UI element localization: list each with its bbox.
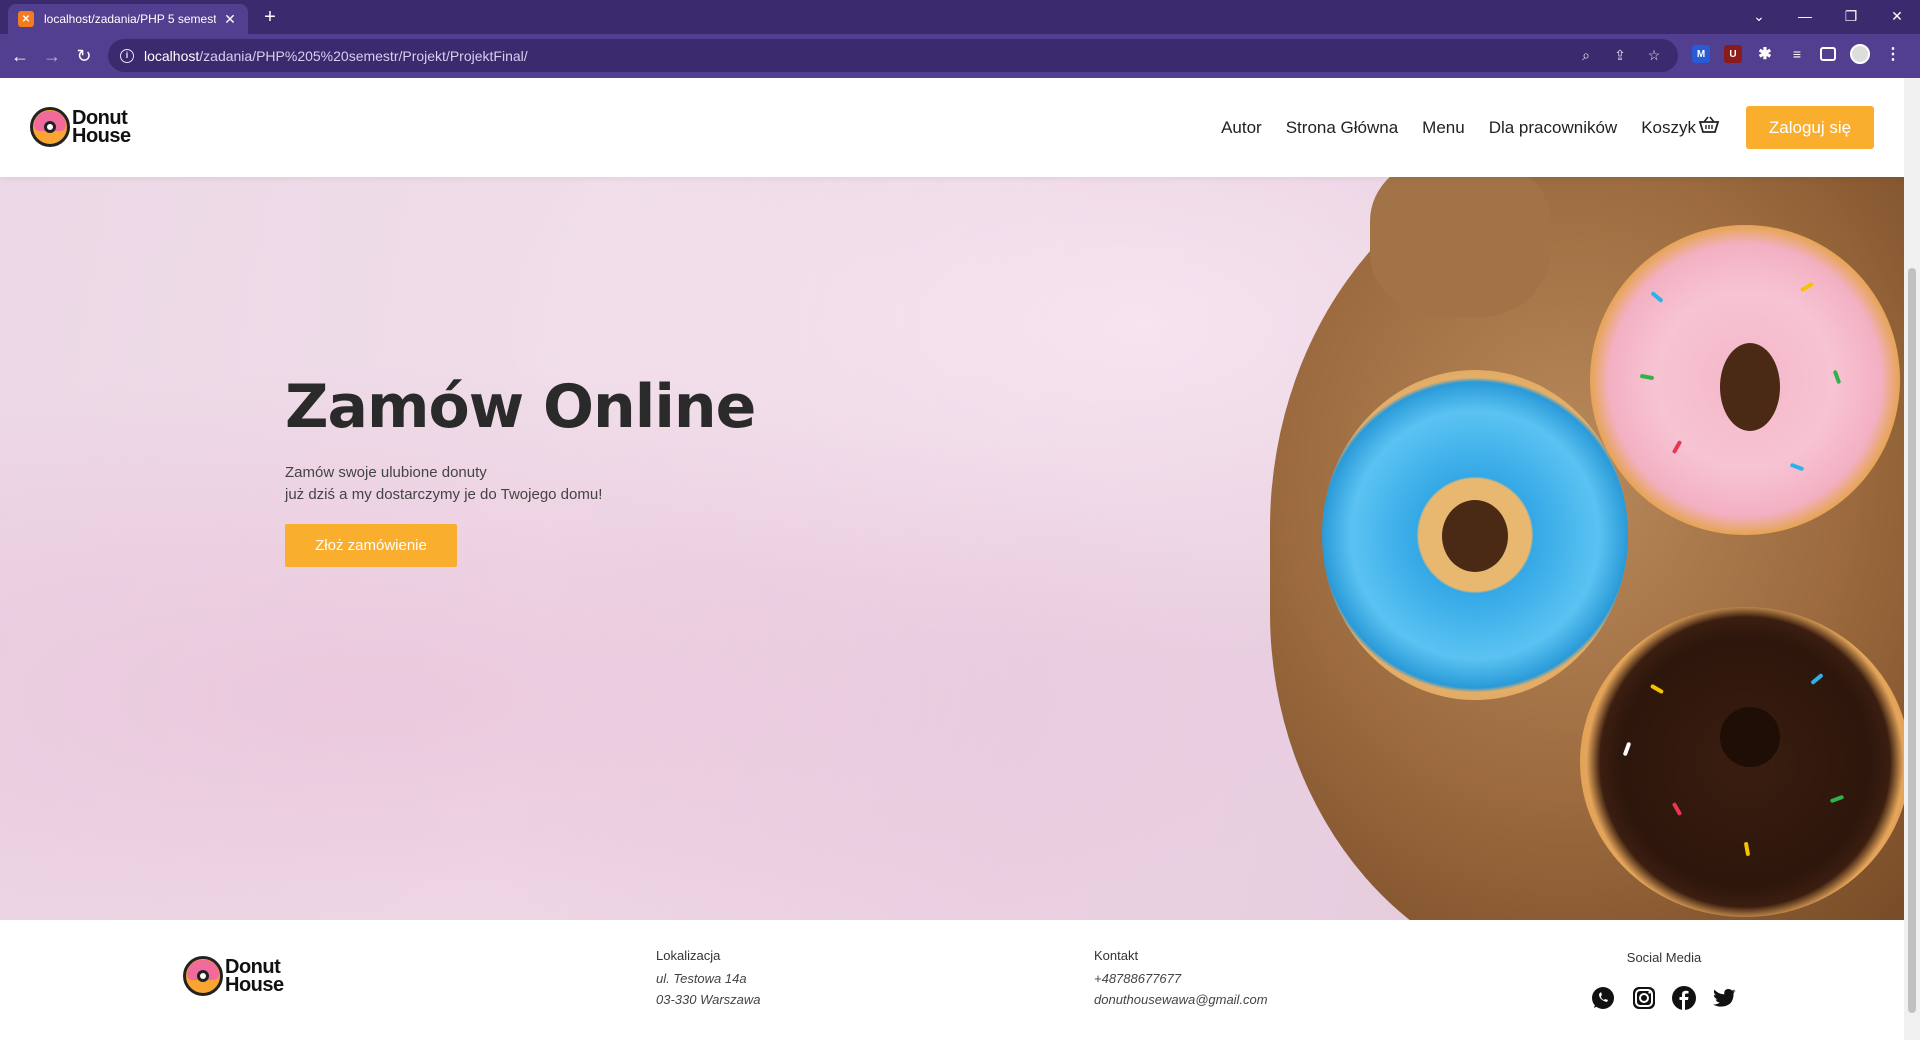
profile-avatar[interactable] xyxy=(1850,44,1870,64)
nav-cart[interactable]: Koszyk xyxy=(1641,116,1720,139)
nav-cart-label: Koszyk xyxy=(1641,117,1696,137)
site-footer: Donut House Lokalizacja ul. Testowa 14a … xyxy=(0,920,1904,1040)
footer-contact: Kontakt +48788677677 donuthousewawa@gmai… xyxy=(1094,948,1268,1013)
browser-chrome: ✕ localhost/zadania/PHP 5 semestr ✕ + ⌄ … xyxy=(0,0,1920,78)
sprinkle xyxy=(1829,794,1845,804)
site-info-icon[interactable]: i xyxy=(120,48,134,63)
hero-content: Zamów Online Zamów swoje ulubione donuty… xyxy=(285,372,756,567)
xampp-favicon-icon: ✕ xyxy=(18,11,34,27)
logo-text: Donut House xyxy=(225,957,284,996)
site-header: Donut House Autor Strona Główna Menu Dla… xyxy=(0,78,1904,177)
media-queue-icon[interactable]: ≡ xyxy=(1788,45,1806,63)
donut-logo-icon xyxy=(183,956,223,996)
web-page: Donut House Autor Strona Główna Menu Dla… xyxy=(0,78,1904,1040)
minimize-button[interactable]: — xyxy=(1782,4,1828,30)
reload-button[interactable]: ↻ xyxy=(72,44,96,68)
browser-tab[interactable]: ✕ localhost/zadania/PHP 5 semestr ✕ xyxy=(8,4,248,34)
sprinkle xyxy=(1639,373,1655,381)
extensions-puzzle-icon[interactable]: ✱ xyxy=(1756,45,1774,63)
scrollbar-thumb[interactable] xyxy=(1908,268,1916,1013)
blue-donut-image xyxy=(1322,370,1628,700)
sprinkle xyxy=(1671,801,1683,817)
login-button[interactable]: Zaloguj się xyxy=(1746,106,1874,149)
address-bar[interactable]: i localhost/zadania/PHP%205%20semestr/Pr… xyxy=(108,39,1678,72)
donut-logo-icon xyxy=(30,107,70,147)
new-tab-button[interactable]: + xyxy=(258,6,282,30)
url-text: localhost/zadania/PHP%205%20semestr/Proj… xyxy=(144,48,528,64)
tab-title: localhost/zadania/PHP 5 semestr xyxy=(44,12,216,26)
sprinkle xyxy=(1649,683,1665,695)
social-icons xyxy=(1590,985,1738,1011)
logo-line2: House xyxy=(72,125,131,147)
hero-subtitle: Zamów swoje ulubione donuty już dziś a m… xyxy=(285,462,755,506)
social-heading: Social Media xyxy=(1626,950,1702,965)
zoom-icon[interactable]: ⌕ xyxy=(1578,47,1594,64)
wooden-board-handle-image xyxy=(1370,177,1550,317)
sprinkle xyxy=(1650,290,1664,304)
share-icon[interactable]: ⇪ xyxy=(1612,47,1628,64)
url-path: /zadania/PHP%205%20semestr/Projekt/Proje… xyxy=(199,47,528,64)
facebook-icon[interactable] xyxy=(1671,985,1697,1011)
donut-hole xyxy=(1720,343,1780,431)
contact-email[interactable]: donuthousewawa@gmail.com xyxy=(1094,992,1268,1007)
back-button[interactable]: ← xyxy=(8,44,32,68)
ublock-icon[interactable]: U xyxy=(1724,45,1742,63)
tab-close-icon[interactable]: ✕ xyxy=(222,11,238,28)
location-city: 03-330 Warszawa xyxy=(656,992,761,1007)
browser-toolbar: ← → ↻ i localhost/zadania/PHP%205%20seme… xyxy=(0,34,1920,78)
sprinkle xyxy=(1799,281,1815,293)
pink-donut-image xyxy=(1590,225,1900,535)
nav-menu[interactable]: Menu xyxy=(1422,118,1465,138)
sprinkle xyxy=(1622,741,1632,757)
footer-social: Social Media xyxy=(1590,950,1738,1011)
nav-autor[interactable]: Autor xyxy=(1221,118,1262,138)
hero-subtitle-line2: już dziś a my dostarczymy je do Twojego … xyxy=(285,486,603,503)
footer-logo[interactable]: Donut House xyxy=(183,956,284,996)
sprinkle xyxy=(1789,462,1805,472)
place-order-button[interactable]: Złoż zamówienie xyxy=(285,524,457,567)
nav-staff[interactable]: Dla pracowników xyxy=(1489,118,1618,138)
basket-icon xyxy=(1698,116,1720,139)
contact-heading: Kontakt xyxy=(1094,948,1139,963)
page-scrollbar[interactable] xyxy=(1904,78,1920,1040)
extensions-area: M U ✱ ≡ ⋮ xyxy=(1692,44,1902,64)
twitter-icon[interactable] xyxy=(1712,985,1738,1011)
contact-phone[interactable]: +48788677677 xyxy=(1094,971,1268,986)
whatsapp-icon[interactable] xyxy=(1590,985,1616,1011)
side-panel-icon[interactable] xyxy=(1820,47,1836,61)
sprinkle xyxy=(1671,439,1683,455)
url-host: localhost xyxy=(144,47,200,64)
restore-button[interactable]: ❐ xyxy=(1828,4,1874,30)
site-logo[interactable]: Donut House xyxy=(30,107,131,147)
hero-section: Zamów Online Zamów swoje ulubione donuty… xyxy=(0,177,1904,920)
logo-line2: House xyxy=(225,974,284,996)
chocolate-donut-image xyxy=(1580,607,1904,917)
extension-m-icon[interactable]: M xyxy=(1692,45,1710,63)
instagram-icon[interactable] xyxy=(1631,985,1657,1011)
donut-hole xyxy=(1720,707,1780,767)
location-street: ul. Testowa 14a xyxy=(656,971,747,986)
logo-text: Donut House xyxy=(72,108,131,147)
hero-title: Zamów Online xyxy=(285,372,756,442)
sprinkle xyxy=(1743,841,1751,857)
donut-hole xyxy=(1442,500,1508,572)
footer-location: Lokalizacja ul. Testowa 14a 03-330 Warsz… xyxy=(656,948,761,1013)
bookmark-star-icon[interactable]: ☆ xyxy=(1646,47,1662,64)
browser-menu-icon[interactable]: ⋮ xyxy=(1884,45,1902,63)
sprinkle xyxy=(1810,672,1824,686)
nav-home[interactable]: Strona Główna xyxy=(1286,118,1398,138)
tab-search-icon[interactable]: ⌄ xyxy=(1736,4,1782,30)
omnibox-actions: ⌕ ⇪ ☆ xyxy=(1578,47,1662,64)
hero-subtitle-line1: Zamów swoje ulubione donuty xyxy=(285,464,487,481)
close-window-button[interactable]: ✕ xyxy=(1874,4,1920,30)
tab-strip: ✕ localhost/zadania/PHP 5 semestr ✕ + ⌄ … xyxy=(0,0,1920,34)
location-heading: Lokalizacja xyxy=(656,948,721,963)
forward-button[interactable]: → xyxy=(40,44,64,68)
main-nav: Autor Strona Główna Menu Dla pracowników… xyxy=(1197,106,1874,149)
sprinkle xyxy=(1832,369,1842,385)
